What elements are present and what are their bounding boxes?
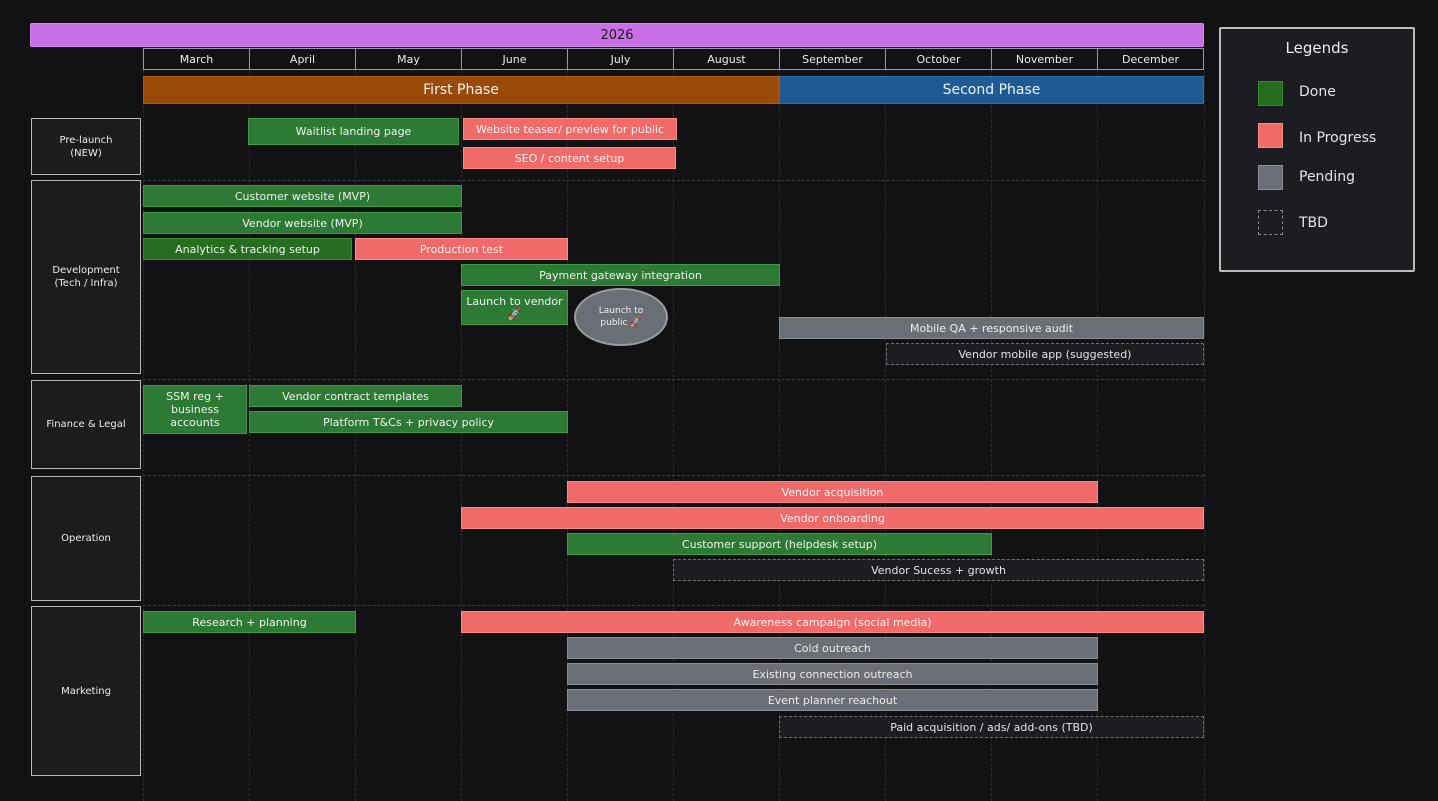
first-phase-bar: First Phase <box>143 76 779 104</box>
month-june: June <box>461 48 568 70</box>
grid-line <box>1204 70 1205 801</box>
month-december: December <box>1097 48 1204 70</box>
year-header: 2026 <box>30 23 1204 47</box>
row-separator <box>143 379 1204 380</box>
month-april: April <box>249 48 356 70</box>
task-mobile-qa[interactable]: Mobile QA + responsive audit <box>779 317 1204 339</box>
task-cold-outreach[interactable]: Cold outreach <box>567 637 1098 659</box>
month-august: August <box>673 48 780 70</box>
task-awareness-campaign[interactable]: Awareness campaign (social media) <box>461 611 1204 633</box>
legend-label-done: Done <box>1299 84 1336 100</box>
task-customer-website[interactable]: Customer website (MVP) <box>143 185 462 207</box>
task-existing-connection-outreach[interactable]: Existing connection outreach <box>567 663 1098 685</box>
month-july: July <box>567 48 674 70</box>
row-separator <box>143 475 1204 476</box>
task-production-test[interactable]: Production test <box>355 238 568 260</box>
legend-swatch-pending <box>1258 165 1283 190</box>
legend-label-in-progress: In Progress <box>1299 130 1377 146</box>
task-seo[interactable]: SEO / content setup <box>463 147 676 169</box>
legend-label-tbd: TBD <box>1299 215 1328 231</box>
row-separator <box>143 180 1204 181</box>
month-march: March <box>143 48 250 70</box>
task-platform-tncs[interactable]: Platform T&Cs + privacy policy <box>249 411 568 433</box>
task-vendor-onboarding[interactable]: Vendor onboarding <box>461 507 1204 529</box>
task-ssm-registration[interactable]: SSM reg + business accounts <box>143 385 247 434</box>
category-prelaunch: Pre-launch (NEW) <box>31 118 141 175</box>
task-vendor-success[interactable]: Vendor Sucess + growth <box>673 559 1204 581</box>
row-separator <box>143 605 1204 606</box>
task-vendor-acquisition[interactable]: Vendor acquisition <box>567 481 1098 503</box>
task-waitlist[interactable]: Waitlist landing page <box>248 118 459 145</box>
task-analytics[interactable]: Analytics & tracking setup <box>143 238 352 260</box>
legend-label-pending: Pending <box>1299 169 1355 185</box>
legend-swatch-done <box>1258 81 1283 106</box>
task-launch-to-vendor[interactable]: Launch to vendor 🚀 <box>461 290 568 325</box>
task-payment-gateway[interactable]: Payment gateway integration <box>461 264 780 286</box>
milestone-launch-to-public[interactable]: Launch to public 🚀 <box>574 288 668 346</box>
category-finance-legal: Finance & Legal <box>31 380 141 469</box>
task-customer-support[interactable]: Customer support (helpdesk setup) <box>567 533 992 555</box>
month-may: May <box>355 48 462 70</box>
month-september: September <box>779 48 886 70</box>
category-marketing: Marketing <box>31 606 141 776</box>
task-vendor-mobile-app[interactable]: Vendor mobile app (suggested) <box>886 343 1204 365</box>
task-paid-acquisition[interactable]: Paid acquisition / ads/ add-ons (TBD) <box>779 716 1204 738</box>
task-website-teaser[interactable]: Website teaser/ preview for public <box>463 118 677 140</box>
category-development: Development (Tech / Infra) <box>31 180 141 374</box>
task-research-planning[interactable]: Research + planning <box>143 611 356 633</box>
category-operation: Operation <box>31 476 141 601</box>
month-october: October <box>885 48 992 70</box>
legend-swatch-in-progress <box>1258 123 1283 148</box>
legend-title: Legends <box>1285 39 1349 57</box>
task-vendor-contract[interactable]: Vendor contract templates <box>249 385 462 407</box>
task-event-planner-reachout[interactable]: Event planner reachout <box>567 689 1098 711</box>
legend-panel: Legends Done In Progress Pending TBD <box>1219 27 1415 272</box>
second-phase-bar: Second Phase <box>779 76 1204 104</box>
legend-swatch-tbd <box>1258 210 1283 235</box>
month-november: November <box>991 48 1098 70</box>
task-vendor-website[interactable]: Vendor website (MVP) <box>143 212 462 234</box>
